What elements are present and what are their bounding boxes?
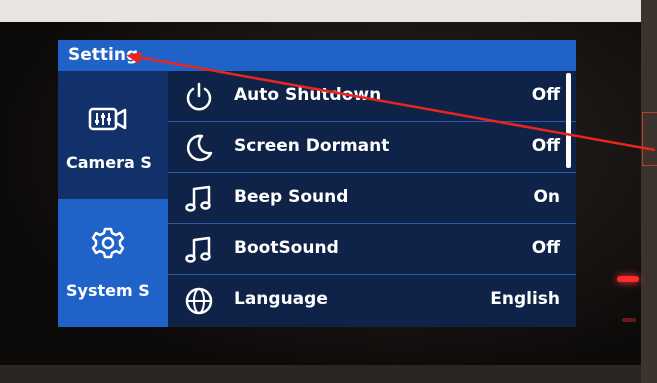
annotation-frame <box>642 112 657 166</box>
settings-list: Auto Shutdown Off Screen Dormant Off Bee… <box>168 71 576 327</box>
sidebar-item-label: System S <box>66 281 150 300</box>
setting-row-screen-dormant[interactable]: Screen Dormant Off <box>168 122 576 173</box>
setting-row-language[interactable]: Language English <box>168 275 576 325</box>
title-bar: Setting <box>58 40 576 71</box>
setting-label: Screen Dormant <box>234 136 390 156</box>
setting-value: Off <box>531 85 560 105</box>
setting-label: BootSound <box>234 238 339 258</box>
gear-icon <box>91 227 125 259</box>
setting-value: English <box>490 289 560 309</box>
bezel-right-edge <box>641 0 657 383</box>
setting-value: On <box>533 187 560 207</box>
music-note-icon <box>185 236 211 263</box>
camera-settings-icon <box>88 107 127 131</box>
power-icon <box>186 82 212 111</box>
setting-row-boot-sound[interactable]: BootSound Off <box>168 224 576 275</box>
globe-icon <box>185 287 213 315</box>
status-led-icon <box>617 276 639 282</box>
indicator-led-icon <box>622 318 636 322</box>
sidebar: Camera S System S <box>58 71 168 327</box>
setting-label: Language <box>234 289 328 309</box>
setting-label: Auto Shutdown <box>234 85 382 105</box>
scrollbar[interactable] <box>566 71 571 327</box>
setting-value: Off <box>531 136 560 156</box>
scroll-thumb[interactable] <box>566 73 571 168</box>
setting-value: Off <box>531 238 560 258</box>
bezel-bottom-edge <box>0 365 657 383</box>
music-note-icon <box>185 185 211 212</box>
bezel-top-edge <box>0 0 657 22</box>
setting-label: Beep Sound <box>234 187 349 207</box>
setting-row-auto-shutdown[interactable]: Auto Shutdown Off <box>168 71 576 122</box>
sidebar-item-system-settings[interactable]: System S <box>58 199 168 327</box>
sidebar-item-camera-settings[interactable]: Camera S <box>58 71 168 199</box>
page-title: Setting <box>68 45 139 65</box>
moon-icon <box>186 134 213 162</box>
device-screen: Setting Camera S System S Auto Shutdown … <box>58 40 576 327</box>
setting-row-beep-sound[interactable]: Beep Sound On <box>168 173 576 224</box>
sidebar-item-label: Camera S <box>66 153 152 172</box>
